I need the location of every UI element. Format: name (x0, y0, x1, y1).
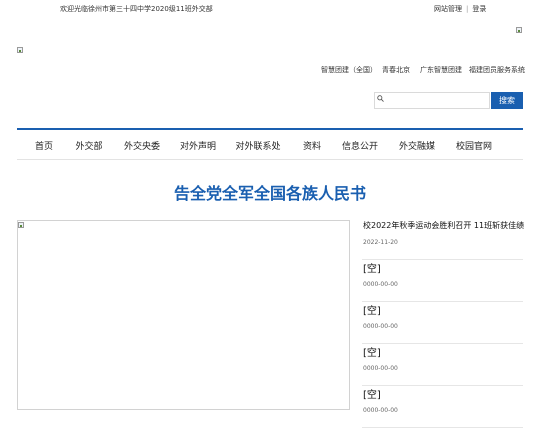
list-item[interactable]: [空] 0000-00-00 (362, 344, 523, 386)
nav-item-media[interactable]: 外交融媒 (399, 139, 435, 152)
main-nav: 首页 外交部 外交央委 对外声明 对外联系处 资料 信息公开 外交融媒 校园官网 (17, 130, 523, 160)
search-input[interactable] (387, 94, 487, 107)
top-bar: 欢迎光临徐州市第三十四中学2020级11班外交部 网站管理 | 登录 (0, 0, 540, 18)
search-icon (377, 95, 384, 102)
quicklink-qingchun-beijing[interactable]: 青春北京 (382, 65, 410, 75)
nav-item-foreign-ministry[interactable]: 外交部 (75, 139, 102, 152)
nav-item-home[interactable]: 首页 (35, 139, 53, 152)
list-item[interactable]: 校2022年秋季运动会胜利召开 11班斩获佳绩 2022-11-20 (362, 218, 524, 260)
quicklink-zhihuituanjian-national[interactable]: 智慧团建（全国） (321, 65, 377, 75)
news-date: 0000-00-00 (363, 323, 398, 330)
nav-item-central-committee[interactable]: 外交央委 (124, 139, 160, 152)
news-date: 0000-00-00 (363, 365, 398, 372)
list-item[interactable]: [空] 0000-00-00 (362, 260, 523, 302)
news-title[interactable]: [空] (363, 386, 381, 401)
news-title[interactable]: [空] (363, 344, 381, 359)
news-date: 2022-11-20 (363, 239, 398, 246)
quicklink-fujian-tuanyuan[interactable]: 福建团员服务系统 (469, 65, 525, 75)
nav-item-campus-site[interactable]: 校园官网 (456, 139, 492, 152)
nav-item-disclosure[interactable]: 信息公开 (342, 139, 378, 152)
headline[interactable]: 告全党全军全国各族人民书 (0, 180, 540, 204)
featured-image[interactable] (17, 220, 350, 410)
nav-item-statements[interactable]: 对外声明 (180, 139, 216, 152)
news-date: 0000-00-00 (363, 281, 398, 288)
news-title[interactable]: [空] (363, 302, 381, 317)
logo-image[interactable] (17, 47, 23, 53)
welcome-text: 欢迎光临徐州市第三十四中学2020级11班外交部 (60, 5, 213, 13)
nav-item-materials[interactable]: 资料 (303, 139, 321, 152)
site-admin-link[interactable]: 网站管理 (434, 5, 462, 13)
broken-image-icon (516, 27, 522, 33)
news-title[interactable]: 校2022年秋季运动会胜利召开 11班斩获佳绩 (363, 220, 524, 231)
search-box[interactable] (374, 92, 490, 109)
news-list: 校2022年秋季运动会胜利召开 11班斩获佳绩 2022-11-20 [空] 0… (362, 218, 524, 428)
broken-image-icon (18, 222, 24, 228)
login-link[interactable]: 登录 (472, 5, 486, 13)
nav-item-liaison[interactable]: 对外联系处 (235, 139, 280, 152)
top-links: 网站管理 | 登录 (434, 4, 486, 14)
news-title[interactable]: [空] (363, 260, 381, 275)
search-button[interactable]: 搜索 (491, 92, 523, 109)
top-links-separator: | (466, 5, 469, 13)
list-item[interactable]: [空] 0000-00-00 (362, 302, 523, 344)
quicklink-guangdong-zhihuituanjian[interactable]: 广东智慧团建 (420, 65, 462, 75)
list-item[interactable]: [空] 0000-00-00 (362, 386, 523, 428)
news-date: 0000-00-00 (363, 407, 398, 414)
